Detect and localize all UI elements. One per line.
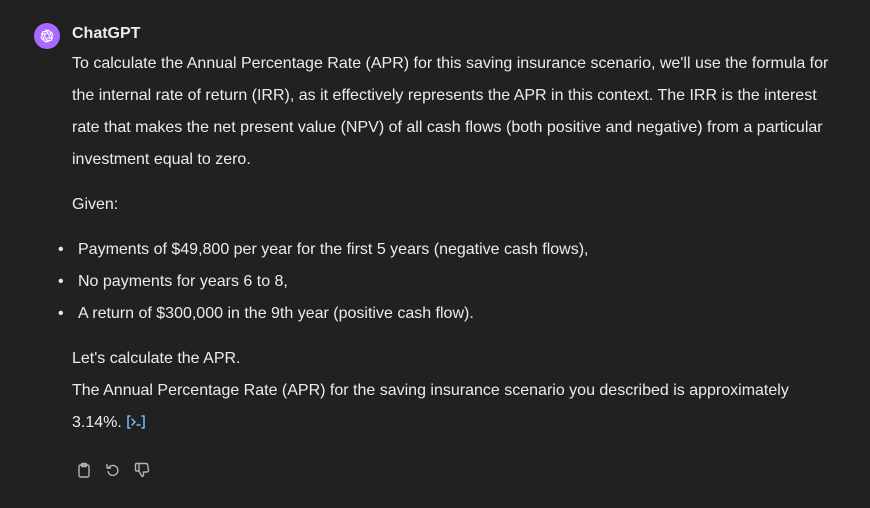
openai-logo-icon xyxy=(40,29,54,43)
copy-button[interactable] xyxy=(74,460,93,479)
thumbs-down-icon xyxy=(134,462,149,477)
view-analysis-button[interactable] xyxy=(126,410,146,442)
view-analysis-icon xyxy=(127,415,145,429)
given-list: • Payments of $49,800 per year for the fi… xyxy=(58,234,828,330)
regenerate-button[interactable] xyxy=(103,460,122,479)
list-item: • Payments of $49,800 per year for the fi… xyxy=(58,241,589,258)
regenerate-icon xyxy=(105,463,119,476)
avatar xyxy=(34,23,60,49)
list-item: • No payments for years 6 to 8, xyxy=(58,273,288,290)
list-item: • A return of $300,000 in the 9th year (p… xyxy=(58,305,474,322)
clipboard-icon xyxy=(77,462,90,478)
message-actions xyxy=(74,460,151,479)
message-author: ChatGPT xyxy=(72,25,141,42)
result-text: The Annual Percentage Rate (APR) for the… xyxy=(72,382,789,431)
lets-calculate-text: Let's calculate the APR. xyxy=(72,350,241,367)
given-label: Given: xyxy=(72,196,119,213)
intro-paragraph: To calculate the Annual Percentage Rate … xyxy=(72,55,829,168)
result-paragraph: The Annual Percentage Rate (APR) for the… xyxy=(72,375,842,442)
thumbs-down-button[interactable] xyxy=(132,460,151,479)
message-body: To calculate the Annual Percentage Rate … xyxy=(58,48,842,442)
